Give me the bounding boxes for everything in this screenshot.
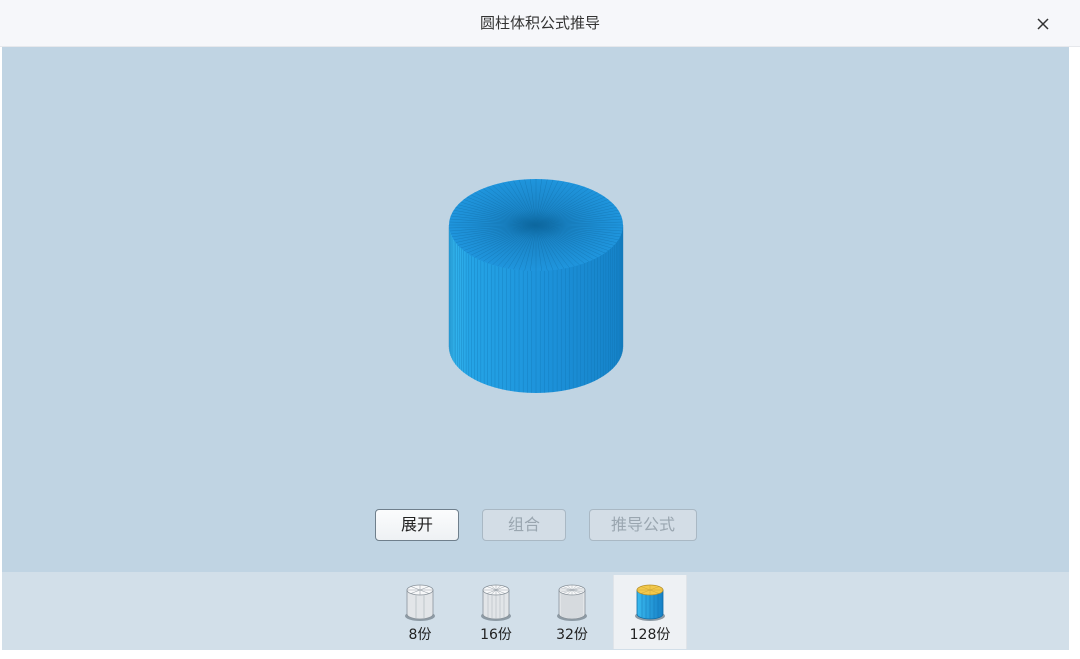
cylinder-32-icon <box>557 584 587 621</box>
window-title: 圆柱体积公式推导 <box>479 14 600 32</box>
cylinder-16-icon <box>481 584 511 621</box>
cylinder-128-icon <box>635 584 665 621</box>
segment-option-16[interactable]: 16份 <box>468 575 524 649</box>
segment-option-8[interactable]: 8份 <box>392 575 448 649</box>
window-edge <box>1069 47 1080 650</box>
combine-button[interactable]: 组合 <box>482 509 566 541</box>
segment-option-128[interactable]: 128份 <box>613 575 687 649</box>
segment-option-32[interactable]: 32份 <box>544 575 600 649</box>
cylinder-8-icon <box>405 584 435 621</box>
derive-formula-button[interactable]: 推导公式 <box>589 509 697 541</box>
segment-label: 8份 <box>408 627 432 643</box>
close-icon <box>1037 18 1049 30</box>
close-button[interactable] <box>1034 15 1052 33</box>
window-edge <box>0 650 1080 659</box>
app-window: 圆柱体积公式推导 展开 组合 推导公式 8份 16份 32份 128份 <box>0 0 1080 659</box>
segment-label: 128份 <box>629 627 671 643</box>
expand-button[interactable]: 展开 <box>375 509 459 541</box>
cylinder-model[interactable] <box>445 175 627 397</box>
segment-label: 16份 <box>480 627 512 643</box>
segment-label: 32份 <box>556 627 588 643</box>
title-bar: 圆柱体积公式推导 <box>0 0 1080 47</box>
segment-bar <box>2 572 1069 650</box>
